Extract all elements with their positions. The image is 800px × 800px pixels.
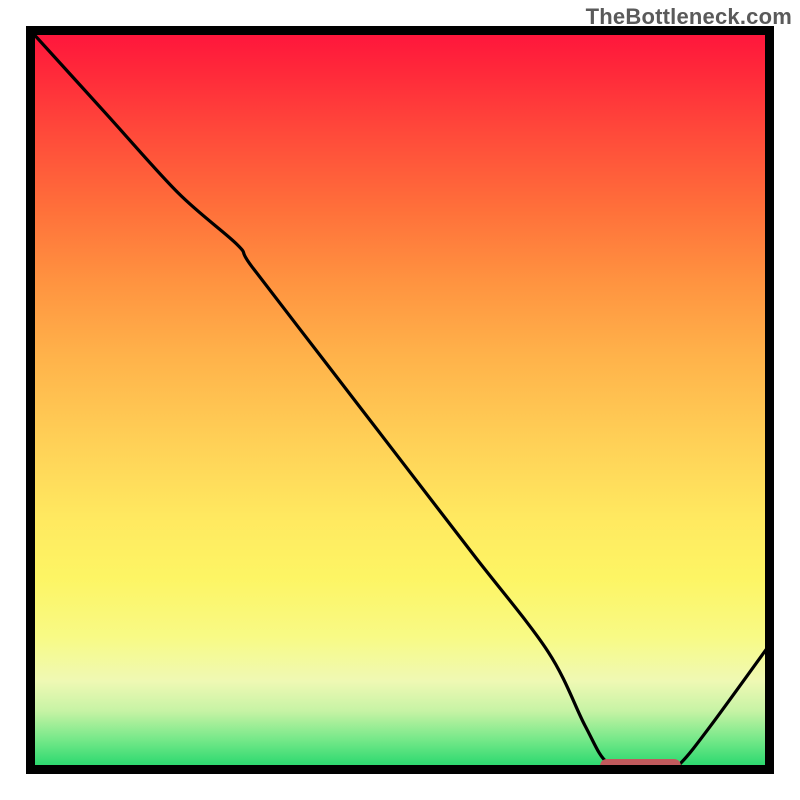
chart-frame: TheBottleneck.com bbox=[0, 0, 800, 800]
optimal-range-marker bbox=[600, 759, 681, 773]
watermark-text: TheBottleneck.com bbox=[586, 4, 792, 30]
chart-gradient-background bbox=[30, 30, 770, 770]
